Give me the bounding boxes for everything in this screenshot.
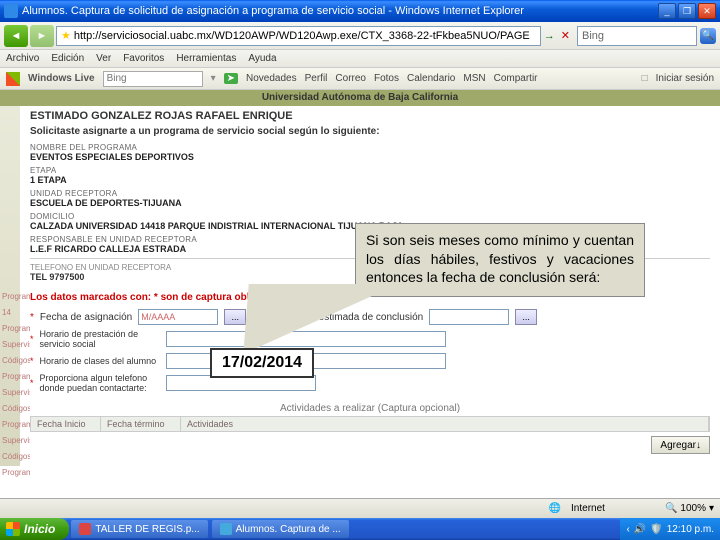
menu-edicion[interactable]: Edición xyxy=(51,53,84,64)
live-perfil[interactable]: Perfil xyxy=(305,73,328,84)
value-telefono: TEL 9797500 xyxy=(30,272,171,282)
close-button[interactable]: ✕ xyxy=(698,3,716,19)
minimize-button[interactable]: _ xyxy=(658,3,676,19)
label-telefono-contacto: Proporciona algun telefono donde puedan … xyxy=(40,373,160,393)
live-calendario[interactable]: Calendario xyxy=(407,73,455,84)
menu-ayuda[interactable]: Ayuda xyxy=(248,53,276,64)
search-button[interactable]: 🔍 xyxy=(700,28,716,44)
search-input[interactable]: Bing xyxy=(577,26,697,46)
activities-section: Actividades a realizar (Captura opcional… xyxy=(30,403,710,432)
zoom-control[interactable]: 🔍 100% ▾ xyxy=(665,503,714,514)
callout-text: Si son seis meses como mínimo y cuentan … xyxy=(366,232,634,285)
clock: 12:10 p.m. xyxy=(667,524,714,535)
taskbar: Inicio TALLER DE REGIS.p... Alumnos. Cap… xyxy=(0,518,720,540)
label-horario-clases: Horario de clases del alumno xyxy=(40,356,160,366)
activities-title: Actividades a realizar (Captura opcional… xyxy=(30,403,710,414)
go-button[interactable]: → xyxy=(544,30,555,42)
label-telefono: TELEFONO EN UNIDAD RECEPTORA xyxy=(30,263,171,272)
live-fotos[interactable]: Fotos xyxy=(374,73,399,84)
callout-bubble: Si son seis meses como mínimo y cuentan … xyxy=(355,223,645,297)
value-programa: EVENTOS ESPECIALES DEPORTIVOS xyxy=(30,152,710,162)
windows-live-bar: Windows Live ▾ ➤ Novedades Perfil Correo… xyxy=(0,68,720,90)
tray-icon: ‹ xyxy=(626,524,629,535)
label-unidad: UNIDAD RECEPTORA xyxy=(30,189,710,198)
live-novedades[interactable]: Novedades xyxy=(246,73,297,84)
live-search-go[interactable]: ➤ xyxy=(224,73,238,84)
system-tray[interactable]: ‹ 🔊 🛡️ 12:10 p.m. xyxy=(620,518,720,540)
chevron-down-icon: ▾ xyxy=(709,503,714,514)
zoom-value: 100% xyxy=(680,503,706,514)
window-titlebar: Alumnos. Captura de solicitud de asignac… xyxy=(0,0,720,22)
value-etapa: 1 ETAPA xyxy=(30,175,710,185)
activities-header: Fecha Inicio Fecha término Actividades xyxy=(30,416,710,432)
menu-ver[interactable]: Ver xyxy=(96,53,111,64)
window-title: Alumnos. Captura de solicitud de asignac… xyxy=(22,5,658,17)
req-asterisk: * xyxy=(30,312,34,323)
address-bar[interactable]: ★ http://serviciosocial.uabc.mx/WD120AWP… xyxy=(56,26,541,46)
live-search-input[interactable] xyxy=(103,71,203,87)
search-placeholder: Bing xyxy=(582,30,604,42)
live-msn[interactable]: MSN xyxy=(463,73,485,84)
ie-icon xyxy=(4,4,18,18)
menu-archivo[interactable]: Archivo xyxy=(6,53,39,64)
add-activity-button[interactable]: Agregar↓ xyxy=(651,436,710,454)
url-text: http://serviciosocial.uabc.mx/WD120AWP/W… xyxy=(74,30,530,42)
menu-bar: Archivo Edición Ver Favoritos Herramient… xyxy=(0,50,720,68)
tray-icon: 🔊 xyxy=(634,524,646,535)
page-content: Universidad Autónoma de Baja California … xyxy=(0,90,720,520)
ie-task-icon xyxy=(220,523,232,535)
nav-toolbar: ◄ ► ★ http://serviciosocial.uabc.mx/WD12… xyxy=(0,22,720,50)
taskbar-item-ie[interactable]: Alumnos. Captura de ... xyxy=(212,520,349,538)
value-unidad: ESCUELA DE DEPORTES-TIJUANA xyxy=(30,198,710,208)
windows-logo-icon xyxy=(6,72,20,86)
live-correo[interactable]: Correo xyxy=(335,73,366,84)
powerpoint-icon xyxy=(79,523,91,535)
stop-button[interactable]: ✕ xyxy=(561,29,570,42)
ie-status-bar: 🌐 Internet 🔍 100% ▾ xyxy=(0,498,720,518)
live-compartir[interactable]: Compartir xyxy=(494,73,538,84)
start-label: Inicio xyxy=(24,522,55,536)
start-button[interactable]: Inicio xyxy=(0,518,69,540)
favorite-icon: ★ xyxy=(61,29,71,42)
maximize-button[interactable]: ❐ xyxy=(678,3,696,19)
tray-icon: 🛡️ xyxy=(650,524,662,535)
forward-button[interactable]: ► xyxy=(30,25,54,47)
highlighted-date: 17/02/2014 xyxy=(210,348,314,378)
label-fecha-asignacion: Fecha de asignación xyxy=(40,312,132,323)
live-signin[interactable]: Iniciar sesión xyxy=(656,73,714,84)
fecha-conclusion-input[interactable] xyxy=(429,309,509,325)
taskbar-item-powerpoint[interactable]: TALLER DE REGIS.p... xyxy=(71,520,207,538)
menu-favoritos[interactable]: Favoritos xyxy=(123,53,164,64)
windows-start-icon xyxy=(6,522,20,536)
label-domicilio: DOMICILIO xyxy=(30,212,710,221)
subtitle: Solicitaste asignarte a un programa de s… xyxy=(30,126,710,137)
greeting: ESTIMADO GONZALEZ ROJAS RAFAEL ENRIQUE xyxy=(30,110,710,122)
live-brand: Windows Live xyxy=(28,73,95,84)
back-button[interactable]: ◄ xyxy=(4,25,28,47)
label-horario-servicio: Horario de prestación de servicio social xyxy=(40,329,160,349)
label-programa: NOMBRE DEL PROGRAMA xyxy=(30,143,710,152)
fecha-asignacion-input[interactable] xyxy=(138,309,218,325)
label-etapa: ETAPA xyxy=(30,166,710,175)
globe-icon: 🌐 xyxy=(549,503,561,514)
university-header: Universidad Autónoma de Baja California xyxy=(0,90,720,106)
fecha-conclusion-picker[interactable]: ... xyxy=(515,309,537,325)
zoom-icon: 🔍 xyxy=(665,503,677,514)
zone-label: Internet xyxy=(571,503,605,514)
menu-herramientas[interactable]: Herramientas xyxy=(176,53,236,64)
